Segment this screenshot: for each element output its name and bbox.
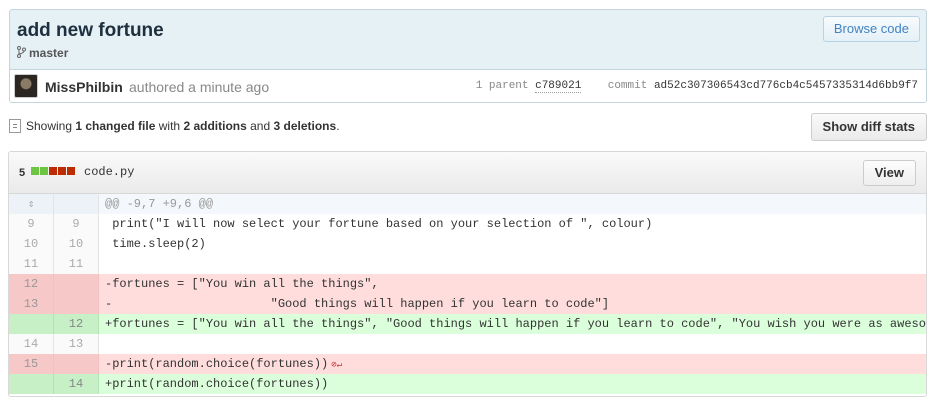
new-line-number[interactable]: 10 <box>54 234 99 254</box>
show-diff-stats-button[interactable]: Show diff stats <box>810 113 927 141</box>
new-line-number[interactable] <box>54 294 99 314</box>
diff-line-del: 15 -print(random.choice(fortunes)) ⊘↵ <box>9 354 926 374</box>
expand-button[interactable]: ⇕ <box>9 194 54 214</box>
code-line: -print(random.choice(fortunes)) ⊘↵ <box>99 354 926 374</box>
old-line-number[interactable]: 10 <box>9 234 54 254</box>
old-line-number[interactable]: 15 <box>9 354 54 374</box>
new-line-number[interactable]: 9 <box>54 214 99 234</box>
old-line-number[interactable]: 13 <box>9 294 54 314</box>
diff-line-add: 14 +print(random.choice(fortunes)) <box>9 374 926 394</box>
branch-name: master <box>29 46 69 60</box>
diff-line-ctx: 99 print("I will now select your fortune… <box>9 214 926 234</box>
file-header: 5 code.py View <box>9 152 926 194</box>
view-file-button[interactable]: View <box>862 160 916 186</box>
expand-icon: ⇕ <box>27 199 35 211</box>
diffstat-del-block <box>49 167 57 175</box>
diffstat-del-block <box>58 167 66 175</box>
code-text: -fortunes = ["You win all the things", <box>105 277 379 291</box>
diff-line-ctx: 10 10 time.sleep(2) <box>9 234 926 254</box>
code-text: -print(random.choice(fortunes)) <box>105 357 329 371</box>
file-name[interactable]: code.py <box>84 165 134 179</box>
new-line-number[interactable]: 11 <box>54 254 99 274</box>
diff-table: ⇕ @@ -9,7 +9,6 @@ 99 print("I will now s… <box>9 194 926 394</box>
new-line-number[interactable]: 14 <box>54 374 99 394</box>
diffstat-add-block <box>40 167 48 175</box>
file-diff: 5 code.py View ⇕ @@ -9,7 +9,6 @@ 99 prin… <box>8 151 927 397</box>
code-line: +fortunes = ["You win all the things", "… <box>99 314 926 334</box>
hunk-line-number <box>54 194 99 214</box>
code-text: +print(random.choice(fortunes)) <box>105 377 329 391</box>
old-line-number[interactable]: 14 <box>9 334 54 354</box>
diff-line-del: 13 - "Good things will happen if you lear… <box>9 294 926 314</box>
old-line-number[interactable]: 12 <box>9 274 54 294</box>
diff-summary: Showing 1 changed file with 2 additions … <box>9 119 340 133</box>
new-line-number[interactable]: 13 <box>54 334 99 354</box>
new-line-number[interactable] <box>54 354 99 374</box>
summary-with: with <box>158 119 181 133</box>
code-line: +print(random.choice(fortunes)) <box>99 374 926 394</box>
diffstat-add-block <box>31 167 39 175</box>
browse-code-button[interactable]: Browse code <box>822 16 920 42</box>
code-line: print("I will now select your fortune ba… <box>99 214 926 234</box>
file-change-count: 5 <box>19 167 26 179</box>
diff-line-add: 12 +fortunes = ["You win all the things",… <box>9 314 926 334</box>
code-text: time.sleep(2) <box>105 237 206 251</box>
summary-additions: 2 additions <box>183 119 247 133</box>
old-line-number[interactable]: 11 <box>9 254 54 274</box>
diffstat-bar <box>31 167 75 175</box>
branch-icon <box>17 46 26 58</box>
diffstat-del-block <box>67 167 75 175</box>
commit-label: commit <box>607 80 648 92</box>
commit-shas: 1 parent c789021 commit ad52c307306543cd… <box>475 80 918 93</box>
old-line-number[interactable] <box>9 374 54 394</box>
old-line-number[interactable] <box>9 314 54 334</box>
code-line: -fortunes = ["You win all the things", <box>99 274 926 294</box>
commit-header: add new fortune master Browse code MissP… <box>9 9 927 103</box>
parent-sha-link[interactable]: c789021 <box>535 80 582 93</box>
commit-sha: ad52c307306543cd776cb4c5457335314d6bb9f7 <box>653 80 918 92</box>
diff-line-ctx: 14 13 <box>9 334 926 354</box>
summary-changed[interactable]: 1 changed file <box>75 119 155 133</box>
code-line: time.sleep(2) <box>99 234 926 254</box>
summary-deletions: 3 deletions <box>273 119 337 133</box>
old-line-number[interactable]: 9 <box>9 214 54 234</box>
new-line-number[interactable] <box>54 274 99 294</box>
code-line: - "Good things will happen if you learn … <box>99 294 926 314</box>
commit-title-bar: add new fortune master Browse code <box>10 10 926 70</box>
new-line-number[interactable]: 12 <box>54 314 99 334</box>
authored-time: authored a minute ago <box>129 79 270 95</box>
diff-line-ctx: 11 11 <box>9 254 926 274</box>
diff-line-del: 12 -fortunes = ["You win all the things", <box>9 274 926 294</box>
summary-and: and <box>250 119 271 133</box>
code-text: +fortunes = ["You win all the things", "… <box>105 317 926 331</box>
branch-label[interactable]: master <box>17 46 68 60</box>
hunk-header: @@ -9,7 +9,6 @@ <box>105 197 214 211</box>
commit-title: add new fortune <box>17 20 164 41</box>
code-text: - "Good things will happen if you learn … <box>105 297 610 311</box>
file-diff-icon <box>9 119 21 133</box>
parent-label: 1 parent <box>475 80 529 92</box>
code-text: print("I will now select your fortune ba… <box>105 217 653 231</box>
avatar[interactable] <box>14 74 38 98</box>
hunk-header-row: ⇕ @@ -9,7 +9,6 @@ <box>9 194 926 214</box>
no-newline-icon: ⊘↵ <box>331 360 343 370</box>
commit-meta: MissPhilbin authored a minute ago 1 pare… <box>10 70 926 102</box>
author-link[interactable]: MissPhilbin <box>45 79 123 95</box>
summary-end: . <box>336 119 340 133</box>
summary-prefix: Showing <box>26 119 73 133</box>
